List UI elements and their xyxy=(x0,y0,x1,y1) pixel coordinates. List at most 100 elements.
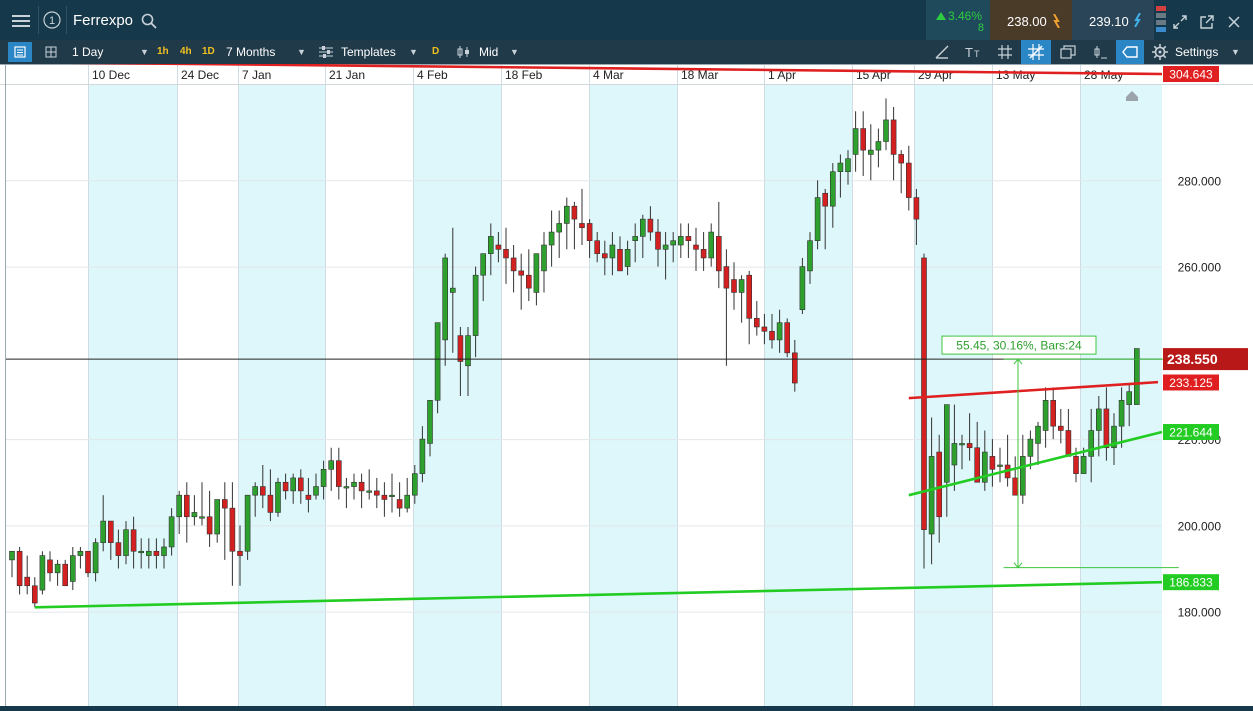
candle-body-up xyxy=(434,322,441,401)
quick-1d[interactable]: 1D xyxy=(202,40,215,64)
candle-body-down xyxy=(518,270,525,276)
sell-price-box[interactable]: 238.00 xyxy=(990,0,1072,40)
candle xyxy=(275,477,281,517)
candle-body-down xyxy=(503,249,509,259)
candle-body-up xyxy=(419,438,426,474)
candle-body-up xyxy=(708,231,715,259)
candle-body-down xyxy=(594,240,601,254)
candle-body-up xyxy=(556,223,563,233)
info-icon[interactable]: 1 xyxy=(42,10,62,30)
candle-body-up xyxy=(472,274,479,336)
templates-icon[interactable] xyxy=(318,44,334,60)
candle-body-down xyxy=(259,486,266,496)
candle-body-down xyxy=(715,236,722,272)
buy-price[interactable]: 239.10 xyxy=(1089,14,1129,29)
buy-price-box[interactable]: 239.10 xyxy=(1072,0,1154,40)
candle-body-up xyxy=(928,456,935,535)
instrument-name[interactable]: Ferrexpo xyxy=(73,12,133,29)
candle-body-up xyxy=(1126,391,1132,405)
grid-icon[interactable] xyxy=(993,42,1017,62)
expand-icon[interactable] xyxy=(1170,12,1190,32)
candle-body-up xyxy=(351,481,357,487)
candle-body-up xyxy=(776,322,783,341)
candle-body-down xyxy=(495,244,502,250)
candle-body-up xyxy=(639,218,646,237)
price-chart[interactable]: 10 Dec 24 Dec 7 Jan 21 Jan 4 Feb 18 Feb 4 Mar 1… xyxy=(0,64,1253,706)
chevron-down-icon: ▼ xyxy=(1231,47,1240,57)
candle-body-up xyxy=(70,555,76,582)
text-size-icon[interactable]: TT xyxy=(962,42,986,62)
price-type-select[interactable]: Mid xyxy=(479,40,498,64)
sell-price[interactable]: 238.00 xyxy=(1007,14,1047,29)
candle-body-down xyxy=(571,205,578,220)
candle-body-up xyxy=(1080,456,1087,474)
candle-body-down xyxy=(237,550,243,556)
quick-4h[interactable]: 4h xyxy=(180,40,192,64)
candle-body-up xyxy=(275,481,281,513)
popout-icon[interactable] xyxy=(1197,12,1217,32)
candle-body-up xyxy=(168,516,175,548)
candle-body-up xyxy=(176,494,182,518)
close-icon[interactable] xyxy=(1224,12,1244,32)
quick-1h[interactable]: 1h xyxy=(157,40,169,64)
candle-body-up xyxy=(77,550,84,556)
candle-body-up xyxy=(449,287,456,293)
candle-body-down xyxy=(746,274,753,319)
candle-body-down xyxy=(784,322,791,354)
candle-body-up xyxy=(92,542,99,574)
y-tick-label: 260.000 xyxy=(1178,261,1222,275)
d-badge[interactable]: D xyxy=(432,40,439,64)
change-points: 8 xyxy=(977,22,984,34)
candle-body-down xyxy=(1012,477,1019,496)
candle-body-up xyxy=(738,279,745,293)
candle-body-up xyxy=(366,490,373,493)
candle-body-up xyxy=(837,162,844,172)
candle-body-up xyxy=(814,197,821,241)
menu-icon[interactable] xyxy=(6,8,36,34)
candle-body-down xyxy=(525,274,532,289)
depth-icon[interactable] xyxy=(1156,6,1166,34)
candle-body-up xyxy=(883,119,889,142)
candle-body-up xyxy=(487,236,494,254)
templates-button[interactable]: Templates xyxy=(341,40,396,64)
range-select[interactable]: 7 Months xyxy=(226,40,275,64)
candle-body-down xyxy=(685,236,692,241)
candle-body-up xyxy=(1042,399,1049,431)
candle-body-down xyxy=(373,490,380,496)
candle-body-down xyxy=(206,516,213,535)
candle-body-down xyxy=(153,550,160,556)
search-icon[interactable] xyxy=(140,12,158,30)
candle-body-down xyxy=(184,494,190,518)
candle-body-up xyxy=(244,494,251,552)
gear-icon[interactable] xyxy=(1150,42,1170,62)
up-triangle-icon xyxy=(936,12,946,20)
layout-icon[interactable] xyxy=(40,42,62,62)
settings-button[interactable]: Settings xyxy=(1175,40,1218,64)
tag-icon[interactable] xyxy=(1116,40,1144,64)
candle-body-down xyxy=(358,481,365,492)
crosshair-grid-icon[interactable] xyxy=(1021,40,1051,64)
candle-body-down xyxy=(335,460,342,487)
measure-label: 55.45, 30.16%, Bars:24 xyxy=(956,339,1082,353)
timeframe-select[interactable]: 1 Day xyxy=(72,40,103,64)
x-tick-label: 7 Jan xyxy=(242,68,271,82)
candle-body-down xyxy=(989,456,996,470)
candle xyxy=(784,318,791,358)
indicator-icon[interactable] xyxy=(1088,42,1112,62)
draw-line-icon[interactable] xyxy=(930,42,954,62)
x-tick-label: 10 Dec xyxy=(92,68,130,82)
candle-body-down xyxy=(222,499,228,509)
candle-body-down xyxy=(769,330,775,341)
buy-arrow-icon xyxy=(1134,13,1141,27)
list-view-icon[interactable] xyxy=(8,42,32,62)
candle-body-up xyxy=(997,464,1003,467)
candle-body-down xyxy=(62,563,69,587)
time-band xyxy=(589,84,677,706)
candle-body-up xyxy=(123,529,129,556)
candle-body-up xyxy=(867,149,874,155)
candle-body-down xyxy=(579,223,585,229)
candle xyxy=(799,257,806,315)
candle-body-down xyxy=(601,253,608,259)
copy-icon[interactable] xyxy=(1056,42,1080,62)
change-box: 3.46% 8 xyxy=(926,0,990,40)
